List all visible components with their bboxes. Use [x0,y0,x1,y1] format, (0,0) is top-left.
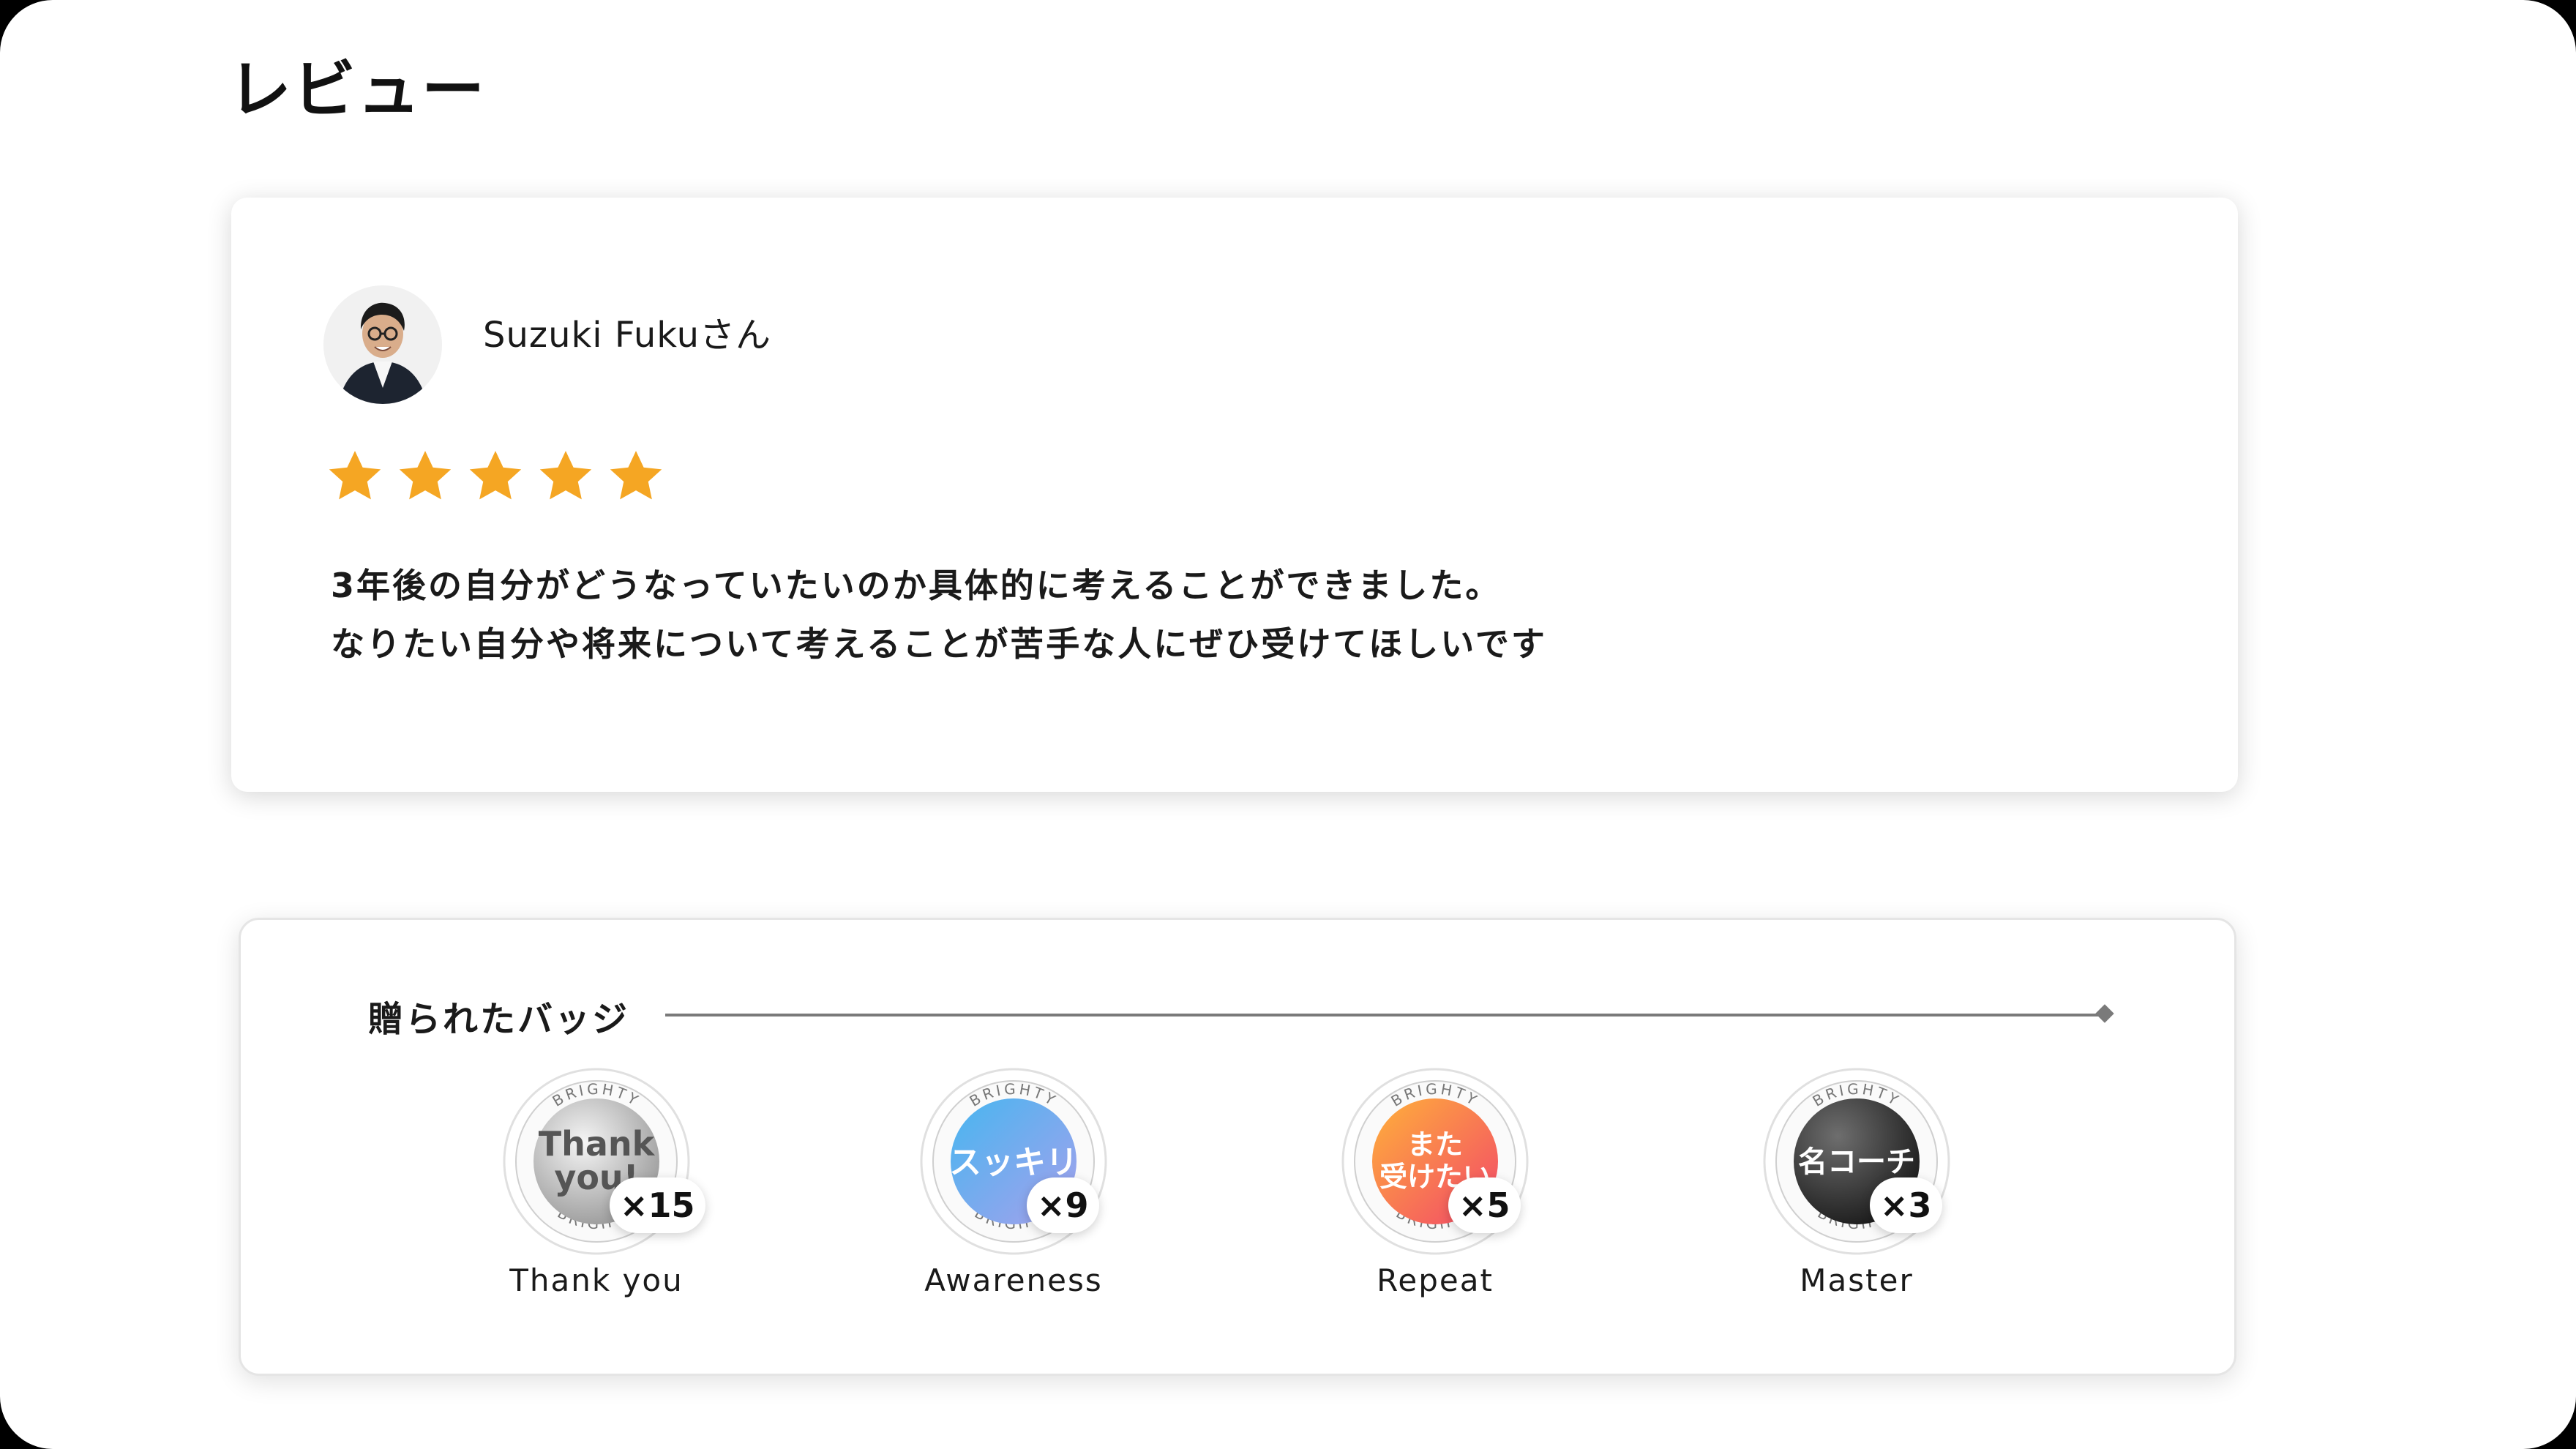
badges-title: 贈られたバッジ [368,999,630,1040]
star-icon [539,451,592,500]
badge-master[interactable]: BRIGHTY BRIGHTY 名コーチ ×3 Master [1732,1066,1952,1298]
badge-repeat[interactable]: BRIGHTY BRIGHTY また 受けたい ×5 Repeat [1311,1066,1530,1298]
badge-count: ×3 [1870,1177,1942,1233]
star-rating [325,446,666,506]
badge-awareness[interactable]: BRIGHTY BRIGHTY スッキリ ×9 Awareness [889,1066,1109,1298]
divider-diamond-icon [2095,1004,2114,1023]
svg-text:スッキリ: スッキリ [949,1144,1078,1181]
badge-count: ×5 [1448,1177,1521,1233]
badges-card: 贈られたバッジ BRIGHTY BRIGHTY Thank you! [239,918,2236,1376]
star-icon [399,451,452,500]
avatar [323,285,442,404]
screen-frame: レビュー Suzuki Fukuさん 3年後の自分がどうなっていたいのか具体的に… [0,0,2576,1449]
reviewer-name: Suzuki Fukuさん [483,315,772,356]
badge-thank-you[interactable]: BRIGHTY BRIGHTY Thank you! ×15 Thank you [472,1066,705,1298]
page-title: レビュー [228,53,486,127]
badge-count: ×15 [610,1177,705,1233]
badge-label: Repeat [1377,1262,1494,1298]
badge-count: ×9 [1027,1177,1099,1233]
review-line: なりたい自分や将来について考えることが苦手な人にぜひ受けてほしいです [331,624,1547,664]
review-text: 3年後の自分がどうなっていたいのか具体的に考えることができました。 なりたい自分… [331,556,1547,673]
badge-label: Master [1800,1262,1914,1298]
divider-line [665,1014,2104,1016]
star-icon [610,451,662,500]
star-icon [469,451,522,500]
star-icon [329,451,381,500]
review-line: 3年後の自分がどうなっていたいのか具体的に考えることができました。 [331,566,1502,605]
review-card: Suzuki Fukuさん 3年後の自分がどうなっていたいのか具体的に考えること… [231,198,2238,792]
badge-label: Awareness [924,1262,1103,1298]
badge-label: Thank you [509,1262,684,1298]
svg-text:また: また [1407,1128,1463,1161]
svg-text:名コーチ: 名コーチ [1798,1145,1915,1179]
